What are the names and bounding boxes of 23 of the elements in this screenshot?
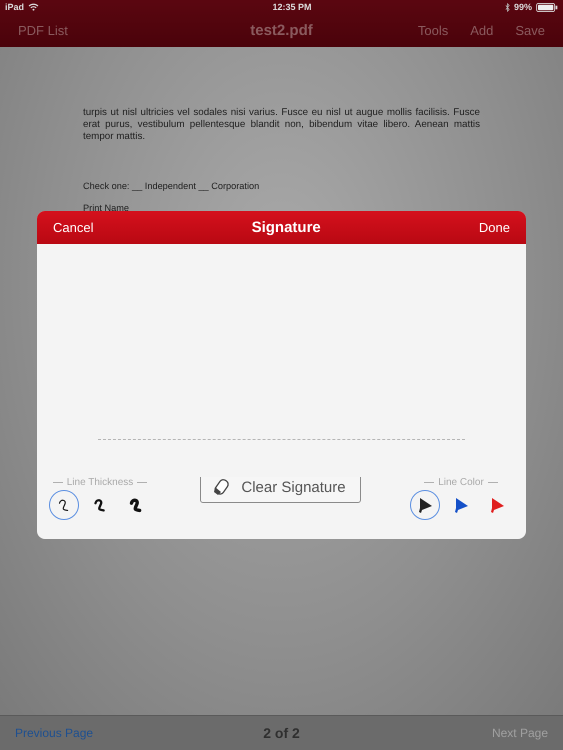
clock: 12:35 PM (271, 2, 312, 12)
done-button[interactable]: Done (478, 220, 510, 235)
document-paragraph: turpis ut nisl ultricies vel sodales nisi varius. Fusce eu nisl ut augue mollis facilisis. Fusce erat purus, vestibulum pellentesque blandit non, bibendum vitae libero. Aenean mattis tempor mattis. (83, 107, 480, 143)
field-label: Print Name (83, 203, 130, 213)
battery-percent: 99% (514, 2, 532, 12)
previous-page-button[interactable]: Previous Page (15, 726, 94, 740)
check-line: Check one: __ Independent __ Corporation (83, 181, 260, 191)
thickness-option[interactable] (49, 490, 79, 520)
document-title: test2.pdf (250, 22, 313, 39)
toolbar-button[interactable]: Add (470, 23, 494, 38)
cancel-button[interactable]: Cancel (53, 220, 94, 235)
back-button[interactable]: PDF List (18, 23, 68, 38)
page-indicator: 2 of 2 (263, 725, 300, 741)
bluetooth-icon (504, 2, 510, 12)
battery-icon (536, 2, 558, 12)
dialog-title: Signature (252, 219, 321, 236)
wifi-icon (28, 3, 40, 11)
device-name: iPad (5, 2, 24, 12)
color-option[interactable] (410, 490, 440, 520)
toolbar-button[interactable]: Save (515, 23, 545, 38)
group-label: Line Thickness (66, 477, 134, 488)
group-label: Line Color (438, 477, 484, 488)
toolbar-button[interactable]: Tools (418, 23, 448, 38)
